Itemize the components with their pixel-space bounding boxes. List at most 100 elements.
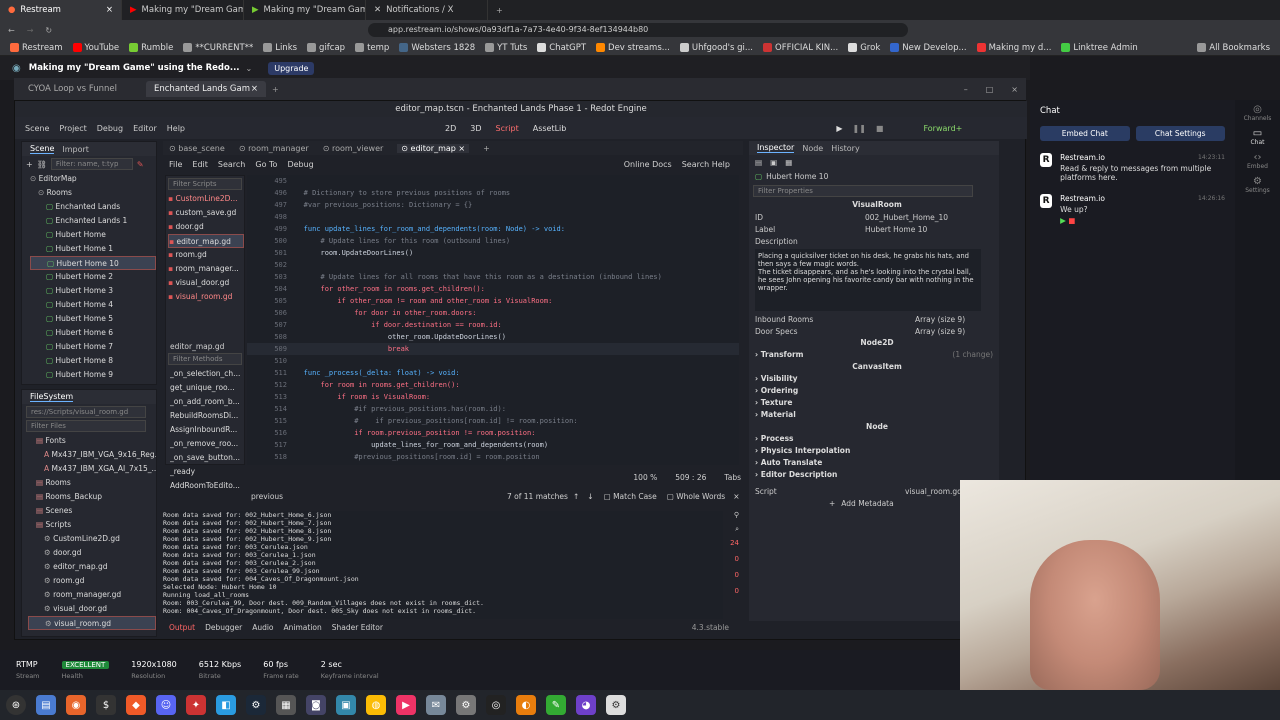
menu-project[interactable]: Project	[59, 124, 86, 133]
warning-count[interactable]: 0	[715, 571, 739, 587]
tree-node-rooms[interactable]: ⊙ Rooms	[30, 186, 156, 200]
match-case-checkbox[interactable]: ▢ Match Case	[604, 492, 657, 501]
file-item[interactable]: ⚙ door.gd	[28, 546, 156, 560]
tree-node[interactable]: ▢ Hubert Home 1	[30, 242, 156, 256]
script-item[interactable]: ▪ visual_door.gd	[168, 276, 244, 290]
script-menu-debug[interactable]: Debug	[287, 160, 313, 169]
add-node-icon[interactable]: +	[26, 160, 33, 169]
tab-audio[interactable]: Audio	[252, 623, 273, 632]
code-line[interactable]: 518 #previous_positions[room.id] = room.…	[247, 451, 739, 463]
bookmark-all[interactable]: All Bookmarks	[1197, 43, 1270, 53]
script-item[interactable]: ▪ custom_save.gd	[168, 206, 244, 220]
method-item[interactable]: _ready	[170, 465, 244, 479]
close-icon[interactable]: ×	[458, 144, 465, 153]
tab-scene[interactable]: Scene	[30, 144, 55, 154]
browser-tab-youtube[interactable]: ▶ Making my "Dream Game	[122, 0, 244, 20]
script-menu-goto[interactable]: Go To	[255, 160, 277, 169]
mail-icon[interactable]: ✉	[426, 695, 446, 715]
discord-icon[interactable]: ☺	[156, 695, 176, 715]
method-item[interactable]: _on_add_room_b...	[170, 395, 244, 409]
back-icon[interactable]: ←	[8, 26, 15, 35]
class-header-node[interactable]: Node	[749, 421, 999, 433]
steam-icon[interactable]: ⚙	[246, 695, 266, 715]
bookmark-grok[interactable]: Grok	[848, 43, 880, 53]
folder-item[interactable]: ▤ Scripts	[28, 518, 156, 532]
chat-user[interactable]: Restream.io	[1060, 153, 1105, 162]
browser-tab-rumble[interactable]: ▶ Making my "Dream Game	[244, 0, 366, 20]
game-icon[interactable]: ✦	[186, 695, 206, 715]
code-line[interactable]: 517 update_lines_for_room_and_dependents…	[247, 439, 739, 451]
start-menu-icon[interactable]: ⊛	[6, 695, 26, 715]
bookmark-gifcap[interactable]: gifcap	[307, 43, 345, 53]
code-line[interactable]: 512 for room in rooms.get_children():	[247, 379, 739, 391]
file-item[interactable]: ⚙ editor_map.gd	[28, 560, 156, 574]
property-row[interactable]: Label Hubert Home 10	[749, 223, 999, 235]
bookmark-chatgpt[interactable]: ChatGPT	[537, 43, 586, 53]
minimize-icon[interactable]: –	[964, 85, 968, 94]
section-visibility[interactable]: › Visibility	[749, 373, 999, 385]
section-physics-interpolation[interactable]: › Physics Interpolation	[749, 445, 999, 457]
chat-settings-button[interactable]: Chat Settings	[1135, 126, 1225, 141]
forward-icon[interactable]: →	[27, 26, 34, 35]
filter-icon[interactable]: ⚲	[715, 511, 739, 525]
file-item[interactable]: A Mx437_IBM_VGA_9x16_Reg...	[28, 448, 156, 462]
code-line[interactable]: 509 break	[247, 343, 739, 355]
bookmark-yt-tuts[interactable]: YT Tuts	[485, 43, 527, 53]
chrome-icon[interactable]: ◍	[366, 695, 386, 715]
message-count[interactable]: 24	[715, 539, 739, 555]
folder-item[interactable]: ▤ Fonts	[28, 434, 156, 448]
file-item[interactable]: A Mx437_IBM_XGA_AI_7x15_...	[28, 462, 156, 476]
blender-icon[interactable]: ◐	[516, 695, 536, 715]
chat-button[interactable]: ▭ Chat	[1235, 128, 1280, 146]
workspace-assetlib[interactable]: AssetLib	[533, 124, 567, 133]
new-resource-icon[interactable]: ▤	[755, 158, 762, 167]
github-icon[interactable]: ◕	[576, 695, 596, 715]
bookmark-restream[interactable]: Restream	[10, 43, 63, 53]
save-icon[interactable]: ▦	[785, 158, 792, 167]
close-search-icon[interactable]: ×	[733, 492, 739, 501]
inspected-node[interactable]: ▢ Hubert Home 10	[749, 169, 999, 183]
code-line[interactable]: 514 #if previous_positions.has(room.id):	[247, 403, 739, 415]
pause-icon[interactable]: ❚❚	[853, 124, 866, 133]
code-line[interactable]: 505 if other_room != room and other_room…	[247, 295, 739, 307]
method-item[interactable]: get_unique_roo...	[170, 381, 244, 395]
next-match-icon[interactable]: ↓	[587, 492, 593, 501]
code-line[interactable]: 511 func _process(_delta: float) -> void…	[247, 367, 739, 379]
method-item[interactable]: _on_selection_ch...	[170, 367, 244, 381]
method-item[interactable]: _on_save_button...	[170, 451, 244, 465]
code-line[interactable]: 495	[247, 175, 739, 187]
description-textarea[interactable]: Placing a quicksilver ticket on his desk…	[755, 249, 981, 311]
url-field[interactable]: app.restream.io/shows/0a93df1a-7a73-4e40…	[368, 23, 908, 37]
chat-user[interactable]: Restream.io	[1060, 194, 1105, 203]
workspace-script[interactable]: Script	[496, 124, 519, 133]
close-icon[interactable]: ×	[251, 84, 258, 94]
property-door-specs[interactable]: Door Specs Array (size 9)	[749, 325, 999, 337]
script-item-selected[interactable]: ▪ editor_map.gd	[168, 234, 244, 248]
code-line[interactable]: 506 for door in other_room.doors:	[247, 307, 739, 319]
embed-button[interactable]: ‹› Embed	[1235, 152, 1280, 170]
bookmark-making[interactable]: Making my d...	[976, 43, 1051, 53]
calculator-icon[interactable]: ▣	[336, 695, 356, 715]
code-editor[interactable]: 495 496 # Dictionary to store previous p…	[247, 175, 739, 465]
tree-node[interactable]: ▢ Hubert Home 7	[30, 340, 156, 354]
bookmark-github[interactable]: Uhfgood's gi...	[679, 43, 753, 53]
search-icon[interactable]: ⌕	[715, 525, 739, 539]
code-line[interactable]: 500 # Update lines for this room (outbou…	[247, 235, 739, 247]
media-icon[interactable]: ▶	[396, 695, 416, 715]
close-icon[interactable]: ×	[106, 5, 113, 15]
camera-icon[interactable]: ◙	[306, 695, 326, 715]
code-line[interactable]: 507 if door.destination == room.id:	[247, 319, 739, 331]
workspace-3d[interactable]: 3D	[470, 124, 481, 133]
script-item[interactable]: ▪ door.gd	[168, 220, 244, 234]
file-item[interactable]: ⚙ room_manager.gd	[28, 588, 156, 602]
code-line[interactable]: 499 func update_lines_for_room_and_depen…	[247, 223, 739, 235]
class-header-node2d[interactable]: Node2D	[749, 337, 999, 349]
open-icon[interactable]: ▣	[770, 158, 777, 167]
workspace-2d[interactable]: 2D	[445, 124, 456, 133]
play-icon[interactable]: ▶	[836, 124, 842, 133]
script-tab[interactable]: ⊙ base_scene	[169, 144, 225, 153]
tree-node[interactable]: ▢ Hubert Home 9	[30, 368, 156, 382]
code-line[interactable]: 497 #var previous_positions: Dictionary …	[247, 199, 739, 211]
script-menu-edit[interactable]: Edit	[192, 160, 208, 169]
embed-chat-button[interactable]: Embed Chat	[1040, 126, 1130, 141]
